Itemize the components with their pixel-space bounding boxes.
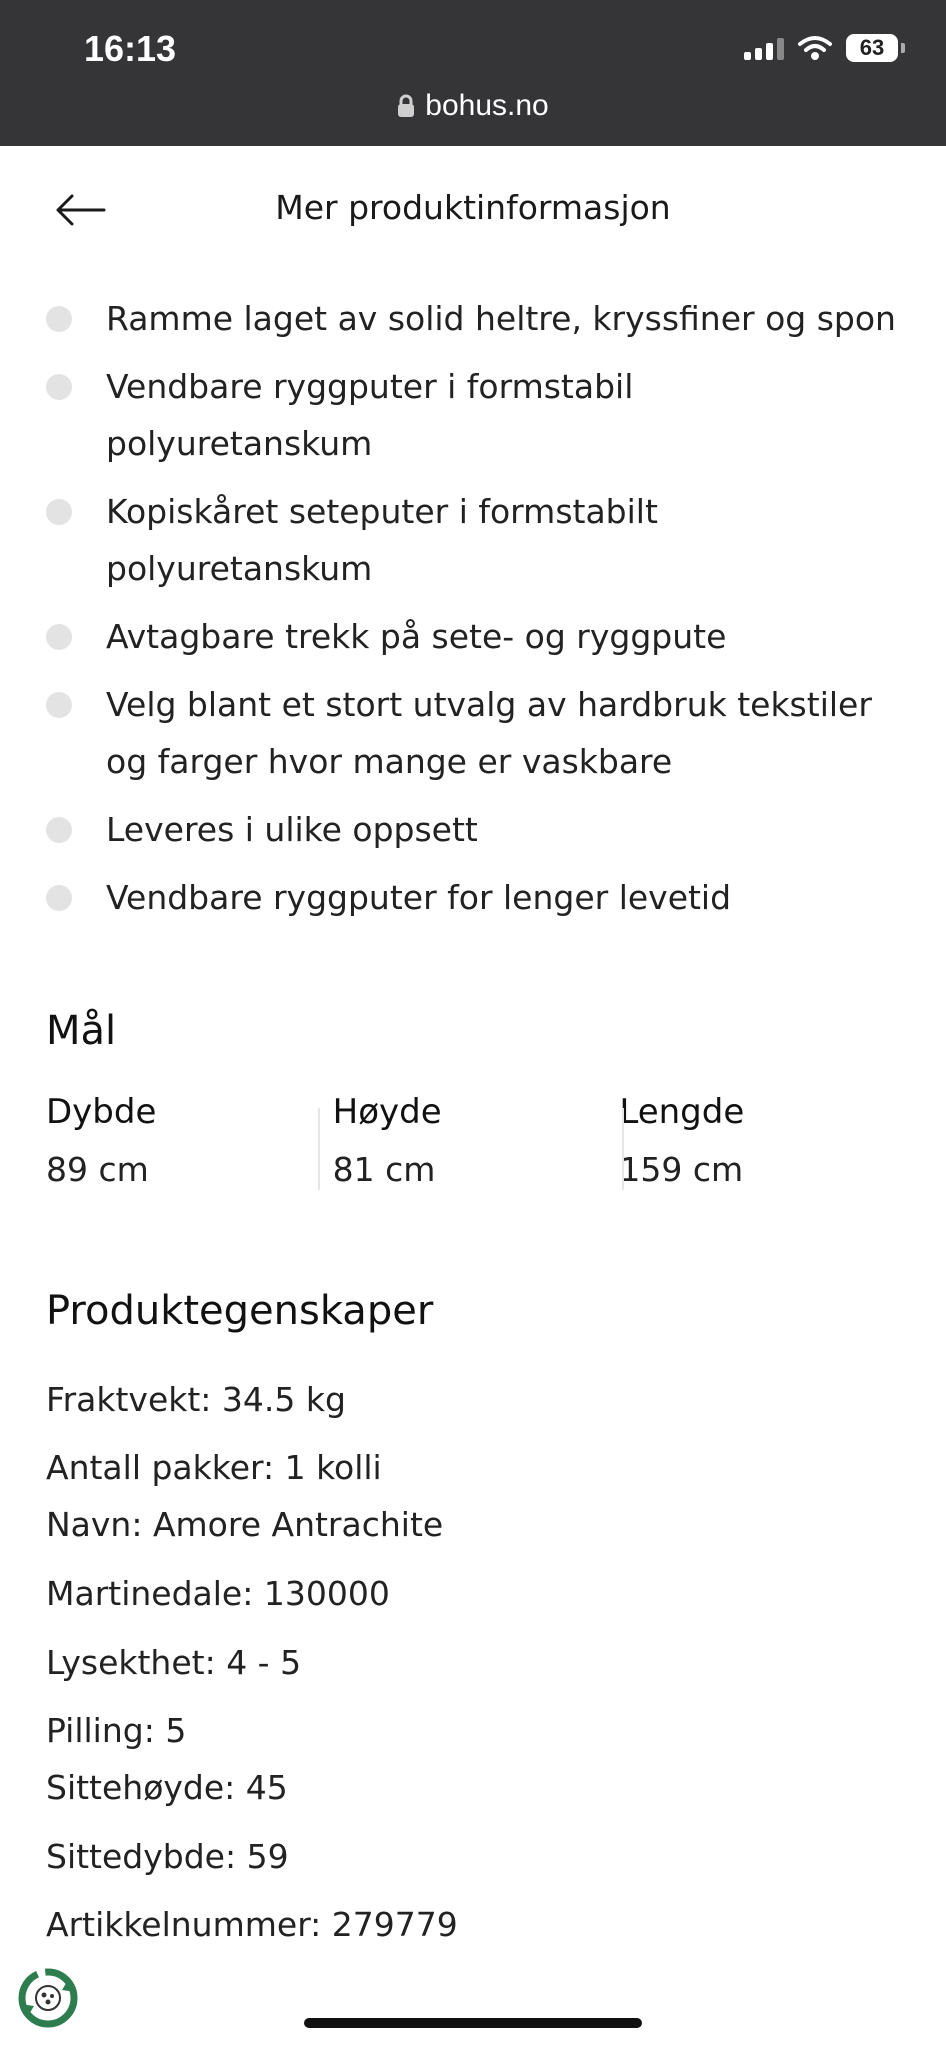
property-line: Lysekthet: 4 - 5 xyxy=(46,1643,302,1682)
divider xyxy=(622,1108,624,1190)
bullet-dot-icon xyxy=(46,499,72,525)
property-line: Fraktvekt: 34.5 kg xyxy=(46,1380,346,1419)
home-indicator[interactable] xyxy=(304,2018,642,2028)
list-item: Vendbare ryggputer i formstabil polyuret… xyxy=(0,358,946,472)
status-time: 16:13 xyxy=(84,28,177,69)
dimension-depth: Dybde 89 cm xyxy=(46,1092,157,1189)
list-item: Ramme laget av solid heltre, kryssfiner … xyxy=(0,290,946,347)
divider xyxy=(318,1108,320,1190)
property-line: Navn: Amore Antrachite xyxy=(46,1505,444,1544)
page-title: Mer produktinformasjon xyxy=(275,188,671,227)
list-item: Vendbare ryggputer for lenger levetid xyxy=(0,869,946,926)
page-header: Mer produktinformasjon xyxy=(0,176,946,246)
properties-title: Produktegenskaper xyxy=(46,1288,434,1334)
status-bar: 16:13 63 bohus.no xyxy=(0,0,946,146)
list-item: Avtagbare trekk på sete- og ryggpute xyxy=(0,608,946,665)
bullet-dot-icon xyxy=(46,374,72,400)
bullet-dot-icon xyxy=(46,692,72,718)
dimensions-table: Dybde 89 cm Høyde 81 cm Lengde 159 cm xyxy=(46,1092,906,1192)
list-item: Leveres i ulike oppsett xyxy=(0,801,946,858)
recycle-icon[interactable] xyxy=(16,1966,80,2030)
wifi-icon xyxy=(798,36,832,60)
property-line: Pilling: 5 xyxy=(46,1711,187,1750)
list-item: Velg blant et stort utvalg av hardbruk t… xyxy=(0,676,946,790)
property-line: Martinedale: 130000 xyxy=(46,1574,390,1613)
lock-icon xyxy=(398,94,415,118)
property-line: Sittedybde: 59 xyxy=(46,1837,289,1876)
battery-icon: 63 xyxy=(846,34,905,62)
address-bar[interactable]: bohus.no xyxy=(0,88,946,123)
bullet-dot-icon xyxy=(46,306,72,332)
dimensions-title: Mål xyxy=(46,1008,117,1054)
property-line: Antall pakker: 1 kolli xyxy=(46,1448,382,1487)
property-line: Sittehøyde: 45 xyxy=(46,1768,288,1807)
list-item: Kopiskåret seteputer i formstabilt polyu… xyxy=(0,483,946,597)
dimension-height: Høyde 81 cm xyxy=(332,1092,442,1189)
signal-icon xyxy=(744,36,784,60)
url-text: bohus.no xyxy=(425,89,549,123)
bullet-dot-icon xyxy=(46,885,72,911)
bullet-dot-icon xyxy=(46,624,72,650)
property-line: Artikkelnummer: 279779 xyxy=(46,1905,458,1944)
feature-list: Ramme laget av solid heltre, kryssfiner … xyxy=(0,290,946,937)
dimension-length: Lengde 159 cm xyxy=(619,1092,745,1189)
bullet-dot-icon xyxy=(46,817,72,843)
system-icons: 63 xyxy=(744,34,905,62)
